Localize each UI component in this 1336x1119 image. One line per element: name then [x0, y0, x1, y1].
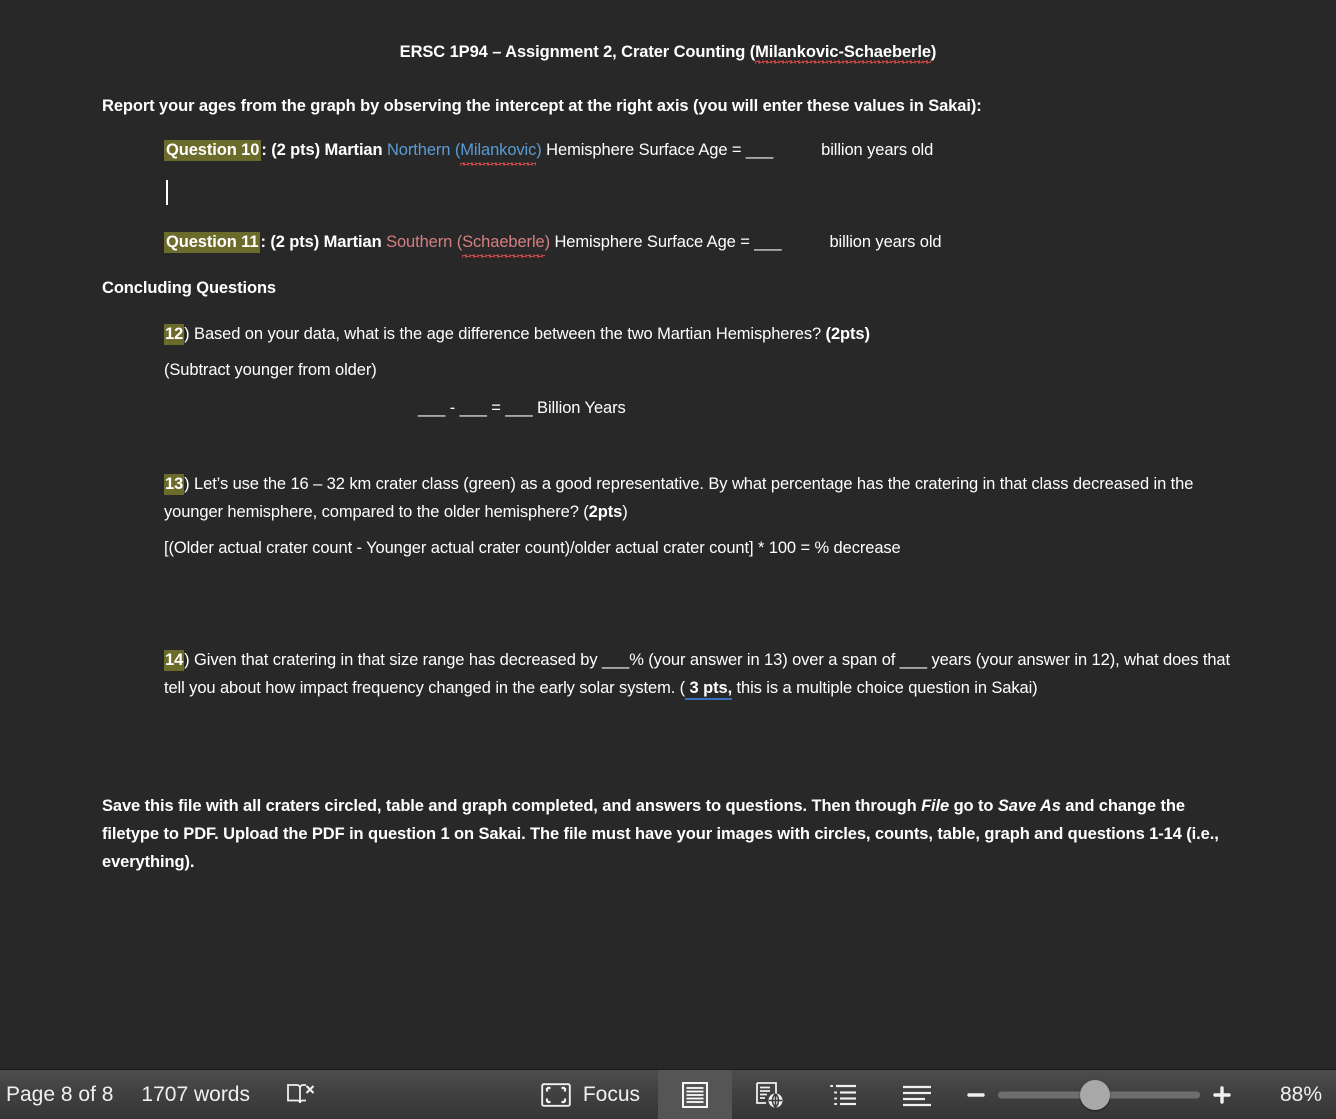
question-12-text: ) Based on your data, what is the age di… — [184, 325, 826, 343]
question-12-number: 12 — [164, 324, 185, 345]
zoom-out-button[interactable] — [954, 1070, 998, 1119]
book-x-icon — [286, 1081, 316, 1109]
text-cursor — [166, 180, 168, 205]
question-13-text-part2: ) — [622, 503, 628, 521]
zoom-level-label[interactable]: 88% — [1244, 1083, 1332, 1107]
zoom-controls: 88% — [954, 1070, 1336, 1119]
closing-paragraph: Save this file with all craters circled,… — [102, 792, 1220, 876]
zoom-in-button[interactable] — [1200, 1070, 1244, 1119]
view-mode-draft[interactable] — [880, 1070, 954, 1119]
question-11-line: Question 11: (2 pts) Martian Southern (S… — [164, 228, 1264, 258]
word-count[interactable]: 1707 words — [131, 1070, 272, 1119]
view-mode-print-layout[interactable] — [658, 1070, 732, 1119]
title-suffix: ) — [930, 43, 937, 61]
question-10-line: Question 10: (2 pts) Martian Northern (M… — [164, 136, 1264, 166]
question-11-tail: Hemisphere Surface Age = ___ — [550, 233, 782, 251]
question-12-line: 12) Based on your data, what is the age … — [164, 320, 1254, 348]
question-12-points: (2pts) — [825, 325, 870, 343]
question-10-after-label: : (2 pts) Martian — [261, 141, 387, 159]
closing-italic-save-as: Save As — [997, 797, 1061, 815]
question-10-hemisphere-name: Milankovic — [460, 136, 536, 166]
concluding-questions-heading: Concluding Questions — [102, 279, 276, 297]
question-13-points: 2pts — [588, 503, 623, 521]
question-11-hemisphere-name: Schaeberle — [462, 228, 546, 258]
question-14-points-underlined: 3 pts, — [685, 679, 732, 700]
question-14-number: 14 — [164, 650, 185, 671]
document-page[interactable]: ERSC 1P94 – Assignment 2, Crater Countin… — [0, 0, 1336, 1069]
question-14-line: 14) Given that cratering in that size ra… — [164, 646, 1236, 702]
question-12-formula: ___ - ___ = ___ Billion Years — [418, 399, 626, 417]
question-13-number: 13 — [164, 474, 185, 495]
status-bar-spacer — [330, 1070, 523, 1119]
view-mode-web-layout[interactable] — [732, 1070, 806, 1119]
focus-label: Focus — [582, 1082, 640, 1106]
bullet-list-icon — [827, 1082, 859, 1108]
question-11-units: billion years old — [829, 233, 942, 251]
zoom-slider-thumb[interactable] — [1079, 1079, 1110, 1110]
closing-italic-file: File — [921, 797, 950, 815]
document-title: ERSC 1P94 – Assignment 2, Crater Countin… — [0, 43, 1336, 64]
zoom-slider[interactable] — [998, 1070, 1200, 1119]
question-14-text-part2: this is a multiple choice question in Sa… — [732, 679, 1038, 697]
minus-icon — [967, 1092, 985, 1097]
document-canvas[interactable]: ERSC 1P94 – Assignment 2, Crater Countin… — [0, 0, 1336, 1069]
page-indicator[interactable]: Page 8 of 8 — [0, 1070, 131, 1119]
question-10-units: billion years old — [821, 141, 934, 159]
focus-mode-button[interactable]: Focus — [523, 1070, 658, 1119]
title-prefix: ERSC 1P94 – Assignment 2, Crater Countin… — [399, 43, 756, 61]
closing-part1: Save this file with all craters circled,… — [102, 797, 922, 815]
question-10-label: Question 10 — [164, 140, 262, 161]
plus-icon — [1213, 1085, 1231, 1104]
closing-part2: go to — [949, 797, 998, 815]
lines-icon — [901, 1083, 933, 1107]
question-13-formula: [(Older actual crater count - Younger ac… — [164, 539, 901, 557]
intro-heading: Report your ages from the graph by obser… — [102, 97, 982, 115]
title-misspelled-word: Milankovic-Schaeberle — [755, 43, 931, 64]
fullscreen-corners-icon — [541, 1082, 571, 1107]
question-11-after-label: : (2 pts) Martian — [260, 233, 387, 251]
page-lines-icon — [680, 1080, 710, 1110]
question-10-hemisphere-prefix: Northern ( — [386, 141, 461, 159]
question-11-hemisphere-prefix: Southern ( — [386, 233, 463, 251]
question-12-subnote: (Subtract younger from older) — [164, 361, 377, 379]
question-11-label: Question 11 — [164, 232, 261, 253]
question-13-text-part1: ) Let’s use the 16 – 32 km crater class … — [164, 475, 1194, 521]
spellcheck-status-button[interactable] — [272, 1070, 330, 1119]
status-bar: Page 8 of 8 1707 words Focus 88% — [0, 1069, 1336, 1119]
page-globe-icon — [753, 1080, 785, 1110]
question-10-tail: Hemisphere Surface Age = ___ — [541, 141, 774, 159]
view-mode-outline[interactable] — [806, 1070, 880, 1119]
question-13-line: 13) Let’s use the 16 – 32 km crater clas… — [164, 470, 1226, 526]
